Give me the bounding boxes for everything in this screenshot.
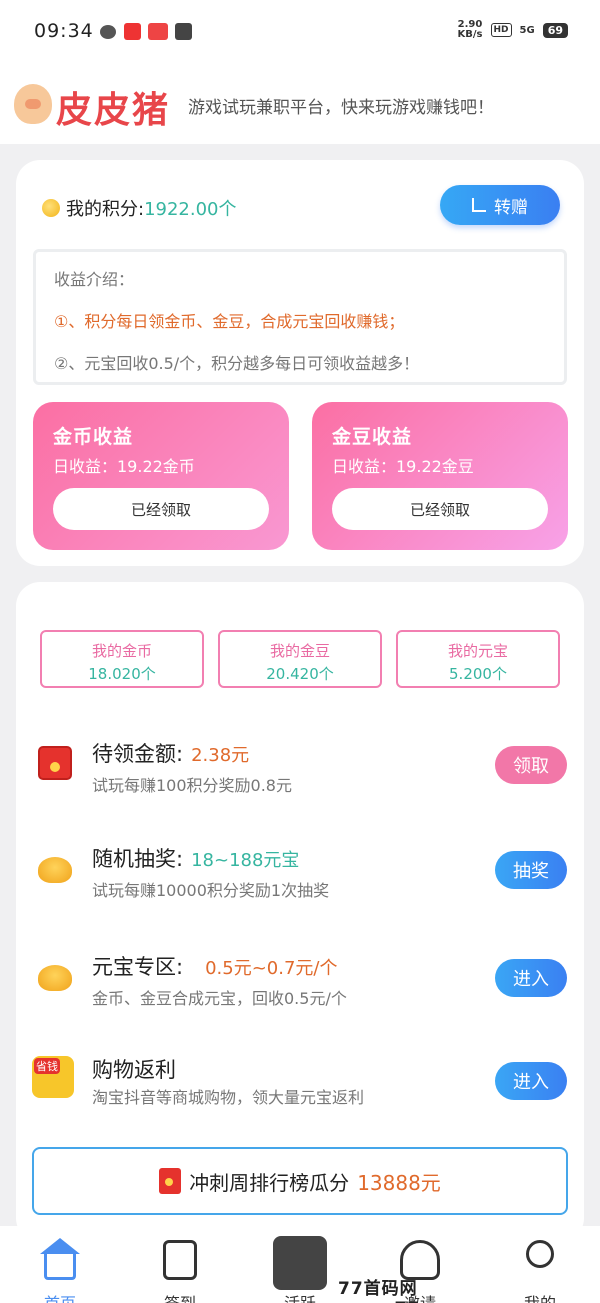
income-intro-line: ①、积分每日领金币、金豆，合成元宝回收赚钱； — [54, 312, 405, 331]
app-slogan: 游戏试玩兼职平台，快来玩游戏赚钱吧！ — [188, 98, 494, 118]
income-intro-title: 收益介绍： — [54, 270, 135, 289]
task-shopping-rebate: 购物返利 淘宝抖音等商城购物，领大量元宝返利 进入 — [32, 1048, 568, 1118]
signal-icon: 5G — [519, 24, 535, 36]
sign-in-icon — [163, 1240, 197, 1280]
asset-yuanbao[interactable]: 我的元宝 5.200个 — [396, 630, 560, 688]
task-desc: 试玩每赚10000积分奖励1次抽奖 — [92, 881, 330, 900]
earnings-title: 金币收益 — [53, 426, 134, 448]
network-speed: 2.90 KB/s — [457, 19, 483, 40]
claim-button[interactable]: 领取 — [495, 746, 567, 784]
claimed-button[interactable]: 已经领取 — [53, 488, 269, 530]
activity-icon — [273, 1236, 327, 1290]
asset-gold-beans[interactable]: 我的金豆 20.420个 — [218, 630, 382, 688]
enter-button[interactable]: 进入 — [495, 959, 567, 997]
share-icon — [472, 198, 486, 212]
home-icon — [44, 1252, 76, 1280]
pig-logo-icon — [14, 84, 52, 124]
lottery-button[interactable]: 抽奖 — [495, 851, 567, 889]
shopping-app-icon — [32, 1056, 74, 1098]
gold-bean-earnings-card: 金豆收益 日收益：19.22金豆 已经领取 — [312, 402, 568, 550]
profile-icon — [526, 1240, 554, 1268]
points-card: 我的积分: 1922.00个 转赠 收益介绍： ①、积分每日领金币、金豆，合成元… — [16, 160, 584, 566]
app-name: 皮皮猪 — [56, 90, 171, 131]
task-lottery: 随机抽奖: 18~188元宝 试玩每赚10000积分奖励1次抽奖 抽奖 — [32, 837, 568, 907]
news-notification-icon — [148, 23, 168, 40]
transfer-button[interactable]: 转赠 — [440, 185, 560, 225]
red-packet-icon — [159, 1168, 182, 1194]
claimed-button[interactable]: 已经领取 — [332, 488, 548, 530]
nav-home[interactable]: 首页 — [0, 1226, 120, 1303]
nav-sign-in[interactable]: 签到 — [120, 1226, 240, 1303]
red-packet-icon — [38, 746, 72, 780]
asset-gold-coins[interactable]: 我的金币 18.020个 — [40, 630, 204, 688]
gold-ingot-icon — [38, 857, 72, 883]
gold-coin-earnings-card: 金币收益 日收益：19.22金币 已经领取 — [33, 402, 289, 550]
task-pending-amount: 待领金额: 2.38元 试玩每赚100积分奖励0.8元 领取 — [32, 732, 568, 802]
daily-earnings: 日收益：19.22金币 — [53, 457, 195, 476]
task-desc: 淘宝抖音等商城购物，领大量元宝返利 — [92, 1088, 365, 1107]
earnings-title: 金豆收益 — [332, 426, 413, 448]
enter-button[interactable]: 进入 — [495, 1062, 567, 1100]
income-intro-line: ②、元宝回收0.5/个，积分越多每日可领收益越多！ — [54, 354, 420, 373]
square-notification-icon — [175, 23, 192, 40]
battery-icon: 69 — [542, 22, 568, 38]
hd-icon: HD — [490, 23, 512, 37]
my-points: 我的积分: 1922.00个 — [42, 195, 237, 221]
wechat-notification-icon — [100, 25, 116, 39]
assets-row: 我的金币 18.020个 我的金豆 20.420个 我的元宝 5.200个 — [40, 630, 560, 688]
task-desc: 金币、金豆合成元宝，回收0.5元/个 — [92, 989, 347, 1008]
task-yuanbao-zone: 元宝专区: 0.5元~0.7元/个 金币、金豆合成元宝，回收0.5元/个 进入 — [32, 945, 568, 1015]
income-intro: 收益介绍： ①、积分每日领金币、金豆，合成元宝回收赚钱； ②、元宝回收0.5/个… — [33, 249, 567, 385]
app-header: 皮皮猪 游戏试玩兼职平台，快来玩游戏赚钱吧！ — [0, 62, 600, 144]
coin-icon — [42, 199, 60, 217]
status-time: 09:34 — [34, 20, 94, 42]
watermark: 77首码网 www.77smw.com — [338, 1279, 515, 1303]
tasks-card: 我的金币 18.020个 我的金豆 20.420个 我的元宝 5.200个 待领… — [16, 582, 584, 1242]
weekly-rank-banner[interactable]: 冲刺周排行榜瓜分 13888元 — [32, 1147, 568, 1215]
points-value: 1922.00个 — [144, 199, 237, 220]
daily-earnings: 日收益：19.22金豆 — [332, 457, 474, 476]
task-amount: 0.5元~0.7元/个 — [205, 958, 338, 979]
task-amount: 2.38元 — [191, 745, 250, 766]
status-bar: 09:34 2.90 KB/s HD 5G 69 — [0, 0, 600, 62]
app-notification-icon — [124, 23, 141, 40]
task-amount: 18~188元宝 — [191, 850, 300, 871]
rank-amount: 13888元 — [357, 1170, 441, 1195]
gold-ingot-icon — [38, 965, 72, 991]
status-indicators: 2.90 KB/s HD 5G 69 — [458, 20, 568, 40]
task-desc: 试玩每赚100积分奖励0.8元 — [92, 776, 292, 795]
